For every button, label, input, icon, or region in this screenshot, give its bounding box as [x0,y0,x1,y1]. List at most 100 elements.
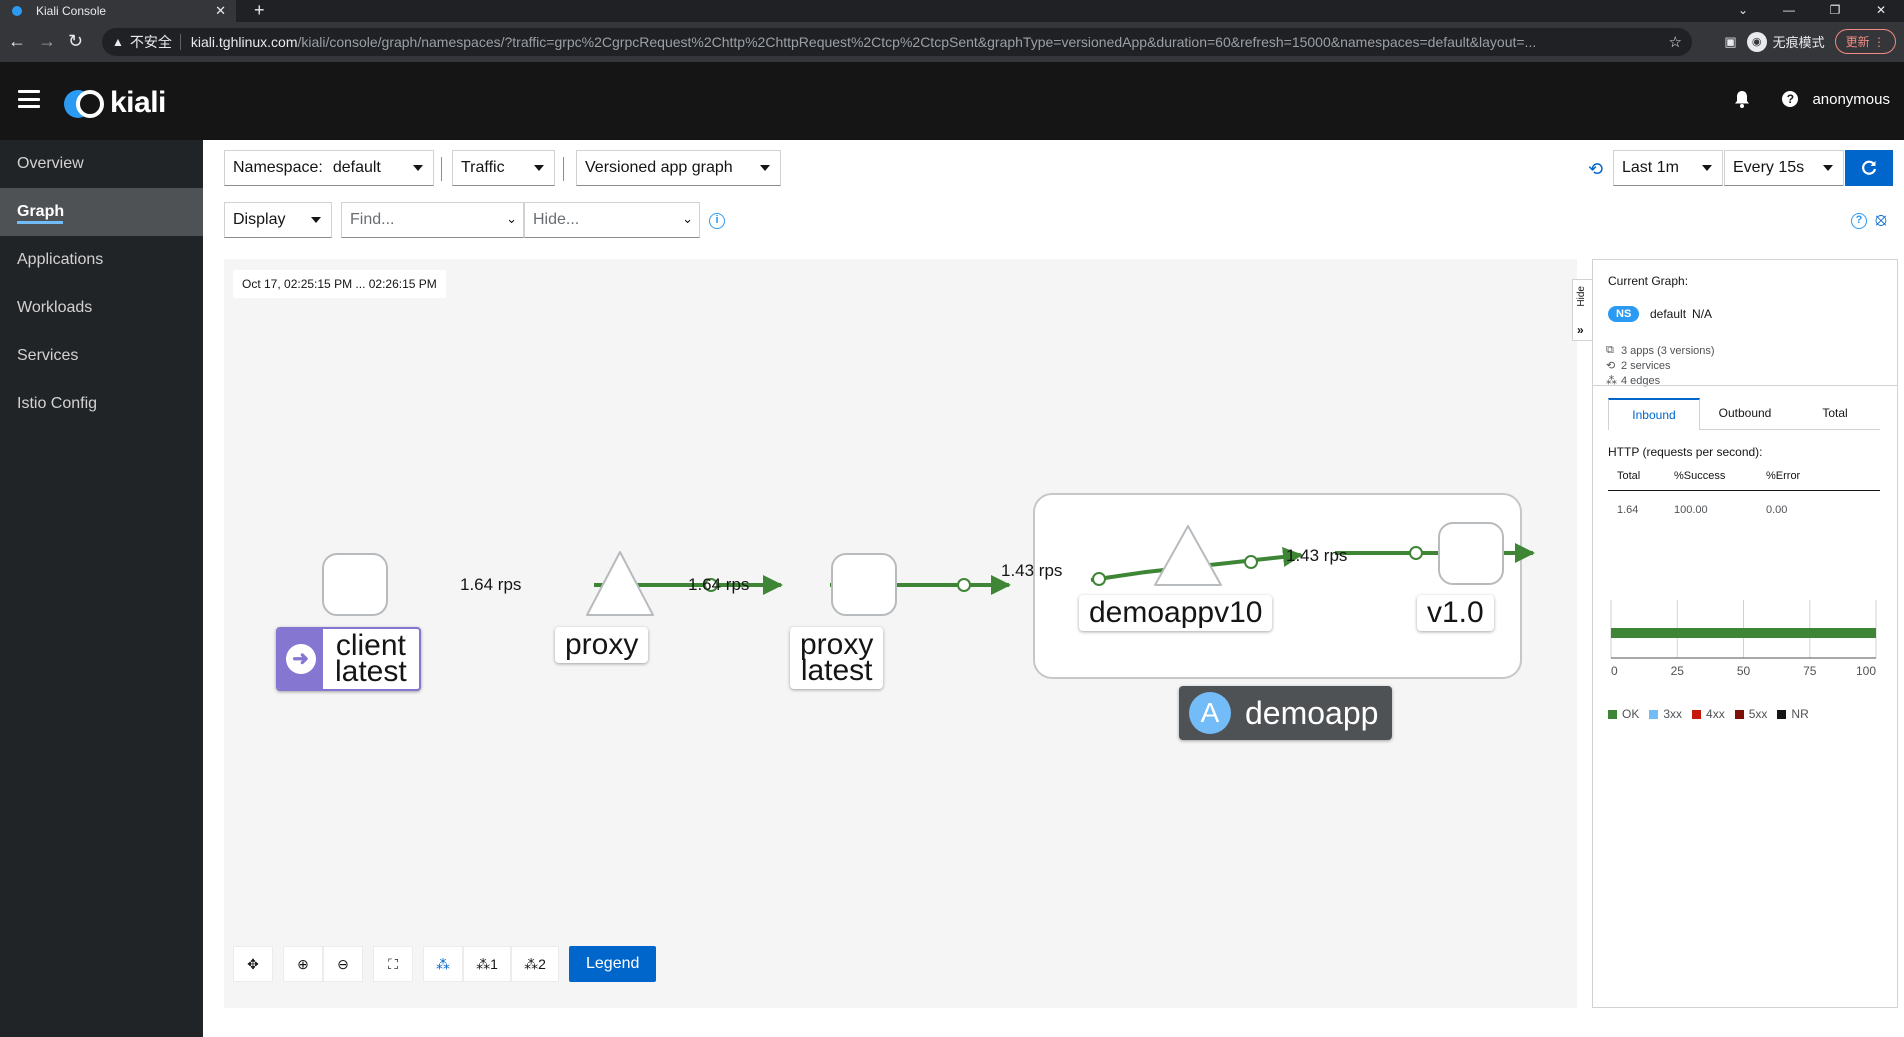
graph-canvas[interactable]: Oct 17, 02:25:15 PM ... 02:26:15 PM 1.64… [224,259,1577,1008]
layout-1-button[interactable]: ⁂ 1 [463,946,511,982]
notification-bell-icon[interactable] [1734,90,1750,108]
traffic-dot [1092,572,1106,586]
close-tab-icon[interactable]: ✕ [215,3,226,19]
table-value-total: 1.64 [1617,504,1639,516]
edge-label: 1.64 rps [688,575,750,594]
hide-input[interactable]: Hide... ⌄ [524,202,700,238]
zoom-in-icon[interactable]: ⊕ [283,946,323,982]
fit-to-screen-icon[interactable]: ⛶ [373,946,413,982]
help-icon[interactable]: ? [1782,91,1799,107]
minimize-icon[interactable]: — [1766,0,1812,22]
node-proxy-latest[interactable] [831,553,897,616]
node-demoapp-v1[interactable] [1438,522,1504,585]
legend-swatch-5xx [1734,709,1744,719]
hide-side-panel-button[interactable]: Hide » [1572,279,1592,341]
kiali-favicon-icon [12,6,22,16]
incognito-indicator[interactable]: ◉ 无痕模式 [1746,31,1825,52]
tab-inbound[interactable]: Inbound [1608,398,1700,430]
url-input[interactable]: ▲ 不安全 kiali.tghlinux.com/kiali/console/g… [102,28,1692,56]
tab-search-icon[interactable]: ⌄ [1720,0,1766,22]
app-box-demoapp[interactable] [1033,493,1522,679]
browser-update-button[interactable]: 更新 ⋮ [1834,29,1896,54]
namespace-name[interactable]: default [1650,307,1686,321]
user-menu[interactable]: anonymous [1812,91,1890,108]
legend-button[interactable]: Legend [569,946,657,982]
hide-history-chevron-icon[interactable]: ⌄ [682,211,693,227]
app-box-label[interactable]: A demoapp [1179,686,1393,740]
display-dropdown[interactable]: Display [224,202,332,238]
double-chevron-right-icon: » [1577,323,1584,337]
refresh-button[interactable] [1845,150,1893,186]
namespace-extra: N/A [1692,307,1713,321]
legend-swatch-4xx [1692,709,1702,719]
node-label-demoappv10[interactable]: demoappv10 [1079,595,1273,631]
browser-tab[interactable]: Kiali Console ✕ [0,0,236,22]
hamburger-menu-icon[interactable] [18,90,40,108]
node-label-proxy-latest[interactable]: proxy latest [790,627,884,689]
legend-label-4xx: 4xx [1706,707,1725,721]
sidebar-item-graph[interactable]: Graph [0,188,203,236]
graph-toolbar: ✥ ⊕ ⊖ ⛶ ⁂ ⁂ 1 ⁂ 2 Legend [233,946,657,982]
back-icon[interactable]: ← [8,31,26,51]
sidepanel-icon[interactable]: ▣ [1724,34,1736,50]
tab-outbound[interactable]: Outbound [1700,398,1790,429]
refresh-interval-dropdown[interactable]: Every 15s [1724,150,1844,186]
chevron-down-icon [1702,165,1712,171]
new-tab-button[interactable]: + [254,0,265,20]
browser-tab-title: Kiali Console [36,4,107,18]
graph-type-dropdown[interactable]: Versioned app graph [576,150,781,186]
find-history-chevron-icon[interactable]: ⌄ [506,211,517,227]
traffic-dot [1409,546,1423,560]
forward-icon[interactable]: → [38,31,56,51]
update-label: 更新 [1845,35,1870,49]
legend-item-3xx: 3xx [1649,707,1682,721]
restore-icon[interactable]: ❐ [1812,0,1858,22]
history-icon[interactable]: ⟲ [1588,159,1603,180]
app-badge: A [1189,692,1231,734]
layout-2-label: 2 [538,956,546,972]
arrow-right-icon: ➜ [285,644,316,674]
pan-move-icon[interactable]: ✥ [233,946,273,982]
chevron-down-icon [413,165,423,171]
zoom-out-icon[interactable]: ⊖ [323,946,363,982]
current-graph-title: Current Graph: [1608,274,1689,288]
kiali-masthead: kiali ? anonymous [0,62,1904,140]
find-input[interactable]: Find... ⌄ [341,202,524,238]
node-label-v1[interactable]: v1.0 [1417,595,1494,631]
legend-swatch-nr [1777,709,1787,719]
graph-svg [322,493,1535,679]
edge-label: 1.43 rps [1001,561,1063,580]
sidebar-item-overview[interactable]: Overview [0,140,203,188]
find-hide-info-icon[interactable]: i [709,213,725,229]
apps-count: 3 apps (3 versions) [1621,345,1715,357]
namespace-dropdown[interactable]: Namespace: default [224,150,434,186]
layout-default-icon[interactable]: ⁂ [423,946,463,982]
sidebar-item-workloads[interactable]: Workloads [0,284,203,332]
duration-dropdown[interactable]: Last 1m [1613,150,1723,186]
client-label-text: client latest [335,629,407,688]
panel-divider [1593,385,1897,386]
bookmark-star-icon[interactable]: ☆ [1669,33,1682,51]
sidebar-item-istio-config[interactable]: Istio Config [0,380,203,428]
legend-label-ok: OK [1622,707,1640,721]
namespace-value: default [332,159,381,176]
graph-tour-icon[interactable]: ⦻ [1875,209,1887,230]
graph-help-icon[interactable]: ? [1851,213,1867,229]
traffic-dropdown[interactable]: Traffic [452,150,555,186]
node-label-proxy[interactable]: proxy [555,627,649,663]
chart-bar-ok[interactable] [1611,628,1876,638]
sidebar-item-services[interactable]: Services [0,332,203,380]
sidebar-item-applications[interactable]: Applications [0,236,203,284]
layout-2-button[interactable]: ⁂ 2 [511,946,559,982]
node-client[interactable] [322,553,388,616]
incognito-icon: ◉ [1746,31,1767,52]
edge-label: 1.43 rps [1286,546,1348,565]
tab-total[interactable]: Total [1790,398,1880,429]
http-status-bar-chart: 0 25 50 75 100 [1610,600,1877,678]
chart-tick-label: 25 [1671,664,1685,678]
close-window-icon[interactable]: ✕ [1858,0,1904,22]
duration-label: Last 1m [1622,159,1679,176]
kiali-logo[interactable]: kiali [64,86,166,120]
node-label-client[interactable]: ➜ client latest [276,627,421,691]
reload-icon[interactable]: ↻ [68,31,83,51]
